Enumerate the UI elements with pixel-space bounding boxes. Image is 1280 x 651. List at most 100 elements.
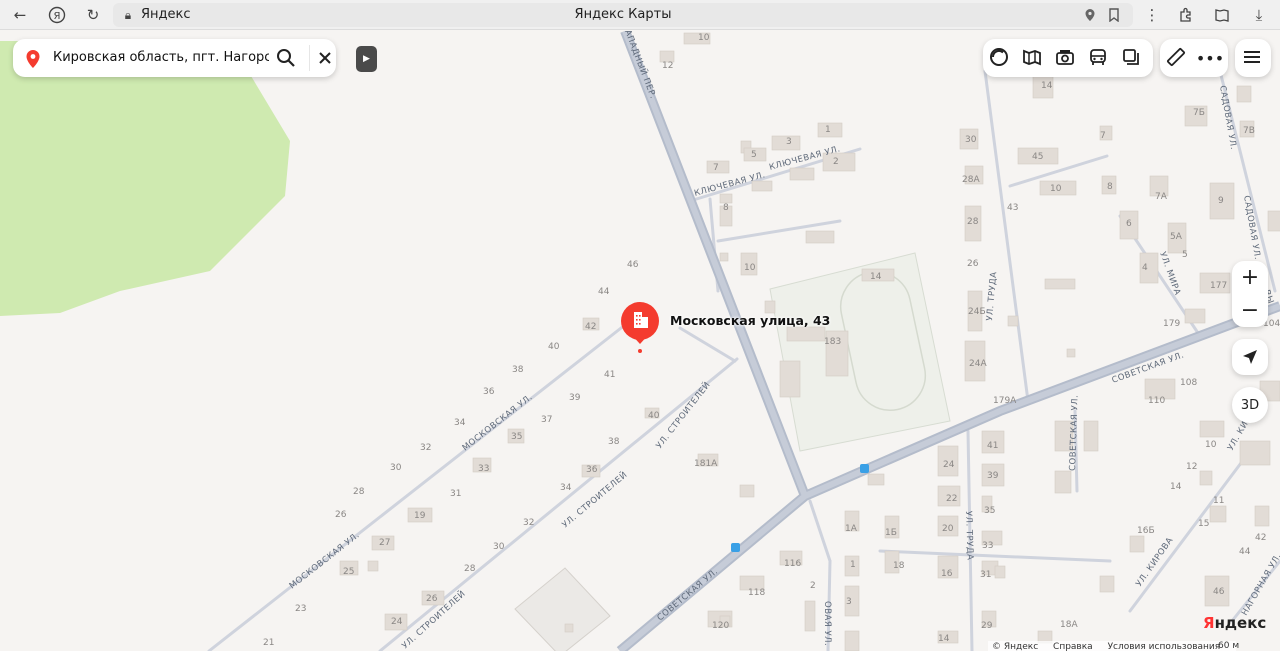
square-area bbox=[514, 567, 611, 651]
help-link[interactable]: Справка bbox=[1053, 642, 1093, 651]
3d-mode-button[interactable]: 3D bbox=[1232, 387, 1268, 423]
house-number: 1 bbox=[825, 125, 831, 135]
street-label: УЛ. ТРУДА bbox=[963, 511, 975, 561]
house-number: 2 bbox=[810, 581, 816, 591]
house-number: 21 bbox=[263, 638, 274, 648]
ruler-icon[interactable] bbox=[1166, 47, 1188, 69]
house-number: 27 bbox=[379, 538, 390, 548]
map-canvas[interactable]: МОСКОВСКАЯ УЛ. МОСКОВСКАЯ УЛ. УЛ. СТРОИТ… bbox=[0, 31, 1280, 651]
zoom-in-button[interactable]: + bbox=[1232, 261, 1268, 294]
house-number: 29 bbox=[981, 621, 993, 631]
house-number: 1Б bbox=[885, 528, 897, 538]
panorama-icon[interactable] bbox=[1055, 47, 1077, 69]
address-bar[interactable]: 🔒︎ Яндекс Яндекс Карты bbox=[113, 3, 1133, 27]
yandex-browser-icon[interactable]: Я bbox=[46, 4, 68, 26]
collapse-panel-button[interactable]: ▶ bbox=[356, 46, 377, 72]
house-number: 40 bbox=[548, 342, 560, 352]
house-number: 30 bbox=[493, 542, 505, 552]
location-pin-icon[interactable] bbox=[1079, 4, 1101, 26]
more-menu-icon[interactable]: ⋮ bbox=[1141, 4, 1163, 26]
tools-panel: ••• bbox=[1160, 39, 1228, 77]
street-label: АПАДНЫЙ ПЕР. bbox=[622, 31, 659, 100]
house-number: 33 bbox=[982, 541, 993, 551]
house-number: 34 bbox=[560, 483, 572, 493]
browser-toolbar: ← Я ↻ 🔒︎ Яндекс Яндекс Карты ⋮ ⤓ bbox=[0, 0, 1280, 30]
house-number: 4 bbox=[1142, 263, 1148, 273]
location-marker[interactable] bbox=[621, 302, 659, 353]
house-number: 16Б bbox=[1137, 526, 1155, 536]
house-number: 3 bbox=[846, 597, 852, 607]
house-number: 28 bbox=[353, 487, 365, 497]
house-number: 26 bbox=[426, 594, 438, 604]
house-number: 181А bbox=[694, 459, 718, 469]
house-number: 34 bbox=[454, 418, 466, 428]
traffic-layer-icon[interactable] bbox=[989, 47, 1011, 69]
house-number: 183 bbox=[824, 337, 841, 347]
map-type-icon[interactable] bbox=[1022, 47, 1044, 69]
house-number: 24Б bbox=[968, 307, 986, 317]
house-number: 41 bbox=[604, 370, 615, 380]
house-number: 118 bbox=[748, 588, 765, 598]
svg-text:Я: Я bbox=[54, 11, 61, 22]
house-number: 22 bbox=[946, 494, 957, 504]
street-label: СОВЕТСКАЯ УЛ. bbox=[1068, 395, 1081, 471]
house-number: 18 bbox=[893, 561, 905, 571]
house-number: 16 bbox=[941, 569, 953, 579]
house-number: 19 bbox=[414, 511, 426, 521]
marker-label[interactable]: Московская улица, 43 bbox=[670, 313, 830, 328]
street-label: УЛ. СТРОИТЕЛЕЙ bbox=[559, 468, 630, 530]
house-number: 31 bbox=[450, 489, 461, 499]
house-number: 35 bbox=[984, 506, 995, 516]
house-number: 20 bbox=[942, 524, 954, 534]
bus-stop-marker bbox=[860, 464, 869, 473]
extensions-icon[interactable] bbox=[1175, 4, 1197, 26]
house-number: 45 bbox=[1032, 152, 1043, 162]
map-footer: © Яндекс Справка Условия использования bbox=[988, 641, 1237, 651]
house-number: 38 bbox=[512, 365, 524, 375]
house-number: 32 bbox=[420, 443, 431, 453]
house-number: 110 bbox=[1148, 396, 1165, 406]
house-number: 5 bbox=[1182, 250, 1188, 260]
reload-icon[interactable]: ↻ bbox=[82, 4, 104, 26]
search-box[interactable]: Кировская область, пгт. Нагорск, ул. bbox=[13, 39, 336, 77]
bookmark-icon[interactable] bbox=[1103, 4, 1125, 26]
forest-area bbox=[0, 41, 290, 316]
terms-link[interactable]: Условия использования bbox=[1108, 642, 1221, 651]
collections-icon[interactable] bbox=[1211, 4, 1233, 26]
house-number: 177 bbox=[1210, 281, 1227, 291]
house-number: 14 bbox=[870, 272, 882, 282]
copyright-text: © Яндекс bbox=[992, 642, 1039, 651]
house-number: 1 bbox=[850, 560, 856, 570]
house-number: 35 bbox=[511, 432, 522, 442]
house-number: 7 bbox=[713, 163, 719, 173]
house-number: 30 bbox=[965, 135, 977, 145]
house-number: 14 bbox=[938, 634, 950, 644]
street-label: НАГОРНАЯ УЛ. bbox=[1240, 552, 1280, 618]
transport-icon[interactable] bbox=[1088, 47, 1110, 69]
house-number: 30 bbox=[390, 463, 402, 473]
house-number: 5 bbox=[751, 150, 757, 160]
house-number: 12 bbox=[1186, 462, 1197, 472]
house-number: 25 bbox=[343, 567, 354, 577]
house-number: 41 bbox=[987, 441, 998, 451]
house-number: 42 bbox=[1255, 533, 1266, 543]
house-number: 36 bbox=[586, 465, 598, 475]
house-number: 46 bbox=[1213, 587, 1225, 597]
house-number: 36 bbox=[483, 387, 495, 397]
back-arrow-icon[interactable]: ← bbox=[9, 4, 31, 26]
zoom-out-button[interactable]: − bbox=[1232, 294, 1268, 327]
more-icon[interactable]: ••• bbox=[1196, 47, 1224, 69]
street-label: УЛ. СТРОИТЕЛЕЙ bbox=[653, 379, 713, 451]
zoom-control: + − bbox=[1232, 261, 1268, 327]
house-number: 10 bbox=[698, 33, 710, 43]
house-number: 26 bbox=[967, 259, 979, 269]
locate-me-button[interactable] bbox=[1232, 339, 1268, 375]
hamburger-menu-icon[interactable] bbox=[1242, 47, 1264, 69]
house-number: 28 bbox=[967, 217, 979, 227]
house-number: 179 bbox=[1163, 319, 1180, 329]
house-number: 8 bbox=[1107, 182, 1113, 192]
house-number: 43 bbox=[1007, 203, 1018, 213]
download-icon[interactable]: ⤓ bbox=[1248, 4, 1270, 26]
search-query[interactable]: Кировская область, пгт. Нагорск, ул. bbox=[53, 50, 269, 65]
layers-icon[interactable] bbox=[1121, 47, 1143, 69]
